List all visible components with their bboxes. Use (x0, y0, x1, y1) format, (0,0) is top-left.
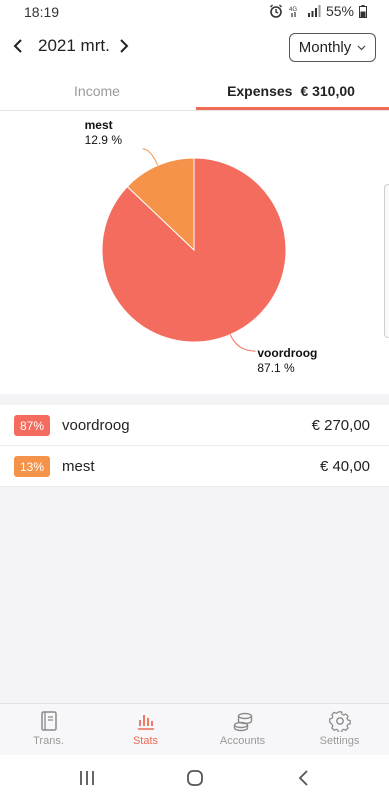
chevron-right-icon (120, 39, 129, 53)
tab-expenses-label: Expenses (227, 82, 293, 99)
nav-trans[interactable]: Trans. (0, 704, 97, 756)
month-label: 2021 mrt. (38, 36, 110, 55)
svg-text:4G: 4G (289, 7, 297, 13)
tab-expenses-total: € 310,00 (300, 82, 355, 99)
pie-label-percent: 87.1 % (257, 361, 295, 375)
list-item[interactable]: 13% mest € 40,00 (0, 446, 389, 487)
category-amount: € 40,00 (319, 458, 370, 475)
active-tab-indicator (196, 107, 389, 110)
chevron-left-icon (13, 39, 22, 53)
bar-chart-icon (138, 715, 154, 730)
recent-apps-icon[interactable] (75, 767, 99, 789)
book-icon (41, 711, 57, 731)
nav-accounts[interactable]: Accounts (194, 704, 291, 756)
pie-chart: voordroog87.1 % mest12.9 % (85, 118, 318, 375)
coins-icon (233, 712, 253, 732)
category-list: 87% voordroog € 270,00 13% mest € 40,00 (0, 405, 389, 487)
status-bar: 18:19 4G 55% (0, 0, 389, 24)
category-name: mest (62, 458, 95, 475)
nav-settings-label: Settings (319, 735, 360, 747)
tab-bar: Income Expenses € 310,00 (0, 70, 389, 111)
pie-leader-line (142, 148, 159, 166)
alarm-icon (269, 4, 282, 18)
home-icon[interactable] (183, 767, 207, 789)
nav-stats-label: Stats (132, 735, 159, 747)
nav-accounts-label: Accounts (219, 735, 266, 747)
pie-leader-line (229, 334, 256, 352)
percent-badge: 87% (14, 415, 50, 436)
gear-icon (329, 711, 351, 732)
chevron-down-icon (357, 45, 366, 50)
status-time: 18:19 (24, 4, 60, 20)
nav-stats[interactable]: Stats (97, 704, 194, 756)
signal-icon (307, 5, 321, 17)
header: 2021 mrt. Monthly (0, 24, 389, 70)
nav-settings[interactable]: Settings (291, 704, 388, 756)
period-value: Monthly (298, 39, 352, 56)
period-dropdown[interactable]: Monthly (289, 33, 376, 62)
edge-panel-handle[interactable] (384, 184, 389, 338)
nav-trans-label: Trans. (33, 735, 64, 747)
category-amount: € 270,00 (311, 417, 370, 434)
category-name: voordroog (62, 417, 130, 434)
percent-badge: 13% (14, 456, 50, 477)
bottom-nav: Trans. Stats Accounts Settings (0, 703, 389, 755)
system-nav-bar (0, 755, 389, 800)
tab-expenses[interactable]: Expenses € 310,00 (194, 70, 388, 111)
tab-income[interactable]: Income (0, 70, 194, 111)
back-icon[interactable] (292, 767, 316, 789)
pie-label-name: voordroog (257, 346, 317, 360)
chart-panel: voordroog 87.1 % mest 12.9 % (0, 111, 389, 394)
network-icon: 4G (289, 7, 297, 17)
next-month-button[interactable] (114, 34, 134, 58)
pie-label-percent: 12.9 % (85, 133, 123, 147)
list-item[interactable]: 87% voordroog € 270,00 (0, 405, 389, 446)
status-icons: 4G 55% (269, 3, 367, 19)
pie-label-name: mest (85, 118, 113, 132)
battery-icon (359, 4, 367, 18)
tab-income-label: Income (74, 82, 120, 99)
prev-month-button[interactable] (8, 34, 28, 58)
battery-percent: 55% (325, 3, 354, 19)
